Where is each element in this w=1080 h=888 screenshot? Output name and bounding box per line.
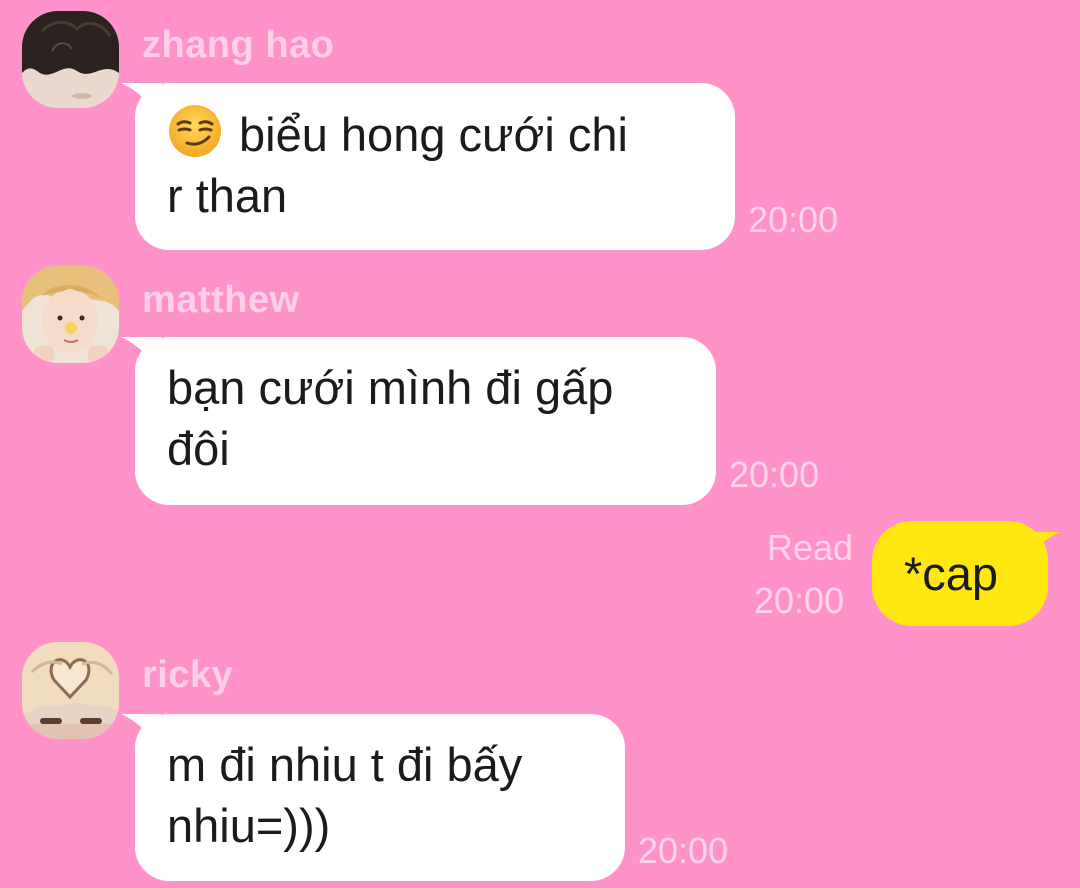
message-text: m đi nhiu t đi bấy nhiu=))) [167,738,523,852]
bubble-tail [121,83,161,119]
avatar-zhang-hao[interactable] [22,11,119,108]
avatar-photo-zhang-hao [22,11,119,108]
message-bubble[interactable]: biểu hong cưới chi r than [121,83,735,250]
message-text: bạn cưới mình đi gấp đôi [167,361,614,475]
message-time: 20:00 [729,454,820,495]
message-bubble[interactable]: bạn cưới mình đi gấp đôi [121,337,716,505]
read-status: Read [767,527,854,568]
avatar-photo-ricky [22,642,119,739]
my-message-bubble[interactable]: *cap [872,521,1060,626]
message-text: biểu hong cưới chi r than [167,108,628,222]
bubble-tail [121,337,161,373]
message-time: 20:00 [638,830,729,871]
smirking-face-icon [167,103,223,159]
avatar-ricky[interactable] [22,642,119,739]
avatar-photo-matthew [22,266,119,363]
bubble-tail [1020,521,1060,568]
message-time: 20:00 [754,580,845,621]
avatar-matthew[interactable] [22,266,119,363]
sender-name: ricky [142,654,234,696]
message-time: 20:00 [748,199,839,240]
sender-name: matthew [142,279,300,321]
sender-name: zhang hao [142,24,335,66]
bubble-tail [121,714,161,750]
message-text: *cap [904,547,999,600]
message-bubble[interactable]: m đi nhiu t đi bấy nhiu=))) [121,714,625,881]
